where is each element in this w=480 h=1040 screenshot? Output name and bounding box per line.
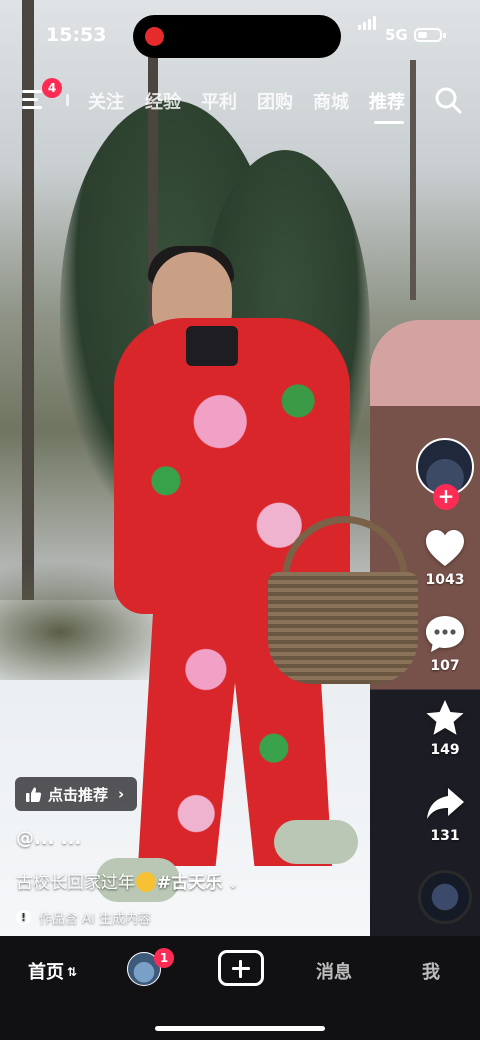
caption-hashtag[interactable]: #古天乐 xyxy=(157,873,222,893)
expand-caption-icon[interactable]: ⌄ xyxy=(228,877,239,892)
thumbs-up-icon xyxy=(26,787,42,802)
plus-icon-vertical xyxy=(239,960,242,978)
star-icon xyxy=(426,700,464,735)
tab-local[interactable]: 平利 xyxy=(201,88,237,114)
like-count: 1043 xyxy=(425,572,465,588)
favorite-button[interactable]: 149 xyxy=(418,698,472,758)
favorite-count: 149 xyxy=(430,742,460,758)
menu-notification-badge: 4 xyxy=(42,78,62,98)
tab-recommended[interactable]: 推荐 xyxy=(369,88,405,114)
tab-following[interactable]: 关注 xyxy=(88,88,124,114)
woven-basket xyxy=(268,572,418,684)
music-disc[interactable] xyxy=(418,870,472,924)
home-label: 首页 xyxy=(28,962,64,983)
slipper xyxy=(274,820,358,864)
active-tab-indicator xyxy=(374,121,404,124)
tab-experience[interactable]: 经验 xyxy=(145,88,181,114)
recording-indicator-icon xyxy=(145,27,164,46)
coat-collar xyxy=(186,326,238,366)
share-button[interactable]: 131 xyxy=(418,784,472,844)
bottom-tab-messages[interactable]: 消息 xyxy=(316,958,352,984)
battery-icon xyxy=(414,28,442,42)
author-handle[interactable]: @... ... xyxy=(16,828,81,849)
network-type: 5G xyxy=(385,26,408,44)
tab-group-buy[interactable]: 团购 xyxy=(257,88,293,114)
video-caption[interactable]: 古校长回家过年 #古天乐 ⌄ xyxy=(16,868,239,893)
follow-plus-icon[interactable]: + xyxy=(433,484,459,510)
bottom-tab-home[interactable]: 首页 ⇅ xyxy=(28,958,77,984)
swap-arrows-icon: ⇅ xyxy=(67,965,78,979)
search-icon[interactable] xyxy=(434,86,462,114)
recommend-label: 点击推荐 xyxy=(48,785,109,804)
dynamic-island xyxy=(133,15,341,58)
bottom-nav: 首页 ⇅ 1 消息 我 xyxy=(0,936,480,1040)
comment-count: 107 xyxy=(430,658,460,674)
like-button[interactable]: 1043 xyxy=(418,528,472,588)
comment-button[interactable]: 107 xyxy=(418,614,472,674)
info-icon: ! xyxy=(16,910,31,925)
create-button[interactable] xyxy=(218,950,264,986)
battery-level xyxy=(418,32,427,38)
heart-icon xyxy=(426,530,464,566)
status-time: 15:53 xyxy=(46,24,107,46)
caption-text: 古校长回家过年 xyxy=(16,873,135,893)
grinning-sweat-emoji-icon xyxy=(136,872,156,892)
chevron-right-icon: › xyxy=(118,785,125,803)
menu-icon[interactable] xyxy=(22,90,44,110)
ai-note-text: 作品含 AI 生成内容 xyxy=(39,912,151,927)
tab-scroll-hint xyxy=(66,94,69,106)
share-icon xyxy=(427,788,464,819)
share-count: 131 xyxy=(430,828,460,844)
top-nav: 4 关注 经验 平利 团购 商城 推荐 xyxy=(0,78,480,124)
battery-cap xyxy=(443,33,446,38)
comment-icon xyxy=(426,616,464,652)
friends-notification-badge: 1 xyxy=(154,948,174,968)
recommend-button[interactable]: 点击推荐 › xyxy=(15,777,137,811)
status-bar: 15:53 5G xyxy=(0,0,480,72)
bottom-tab-me[interactable]: 我 xyxy=(422,958,440,984)
home-indicator xyxy=(155,1026,325,1031)
ai-content-notice: ! 作品含 AI 生成内容 xyxy=(16,908,151,927)
tab-mall[interactable]: 商城 xyxy=(313,88,349,114)
